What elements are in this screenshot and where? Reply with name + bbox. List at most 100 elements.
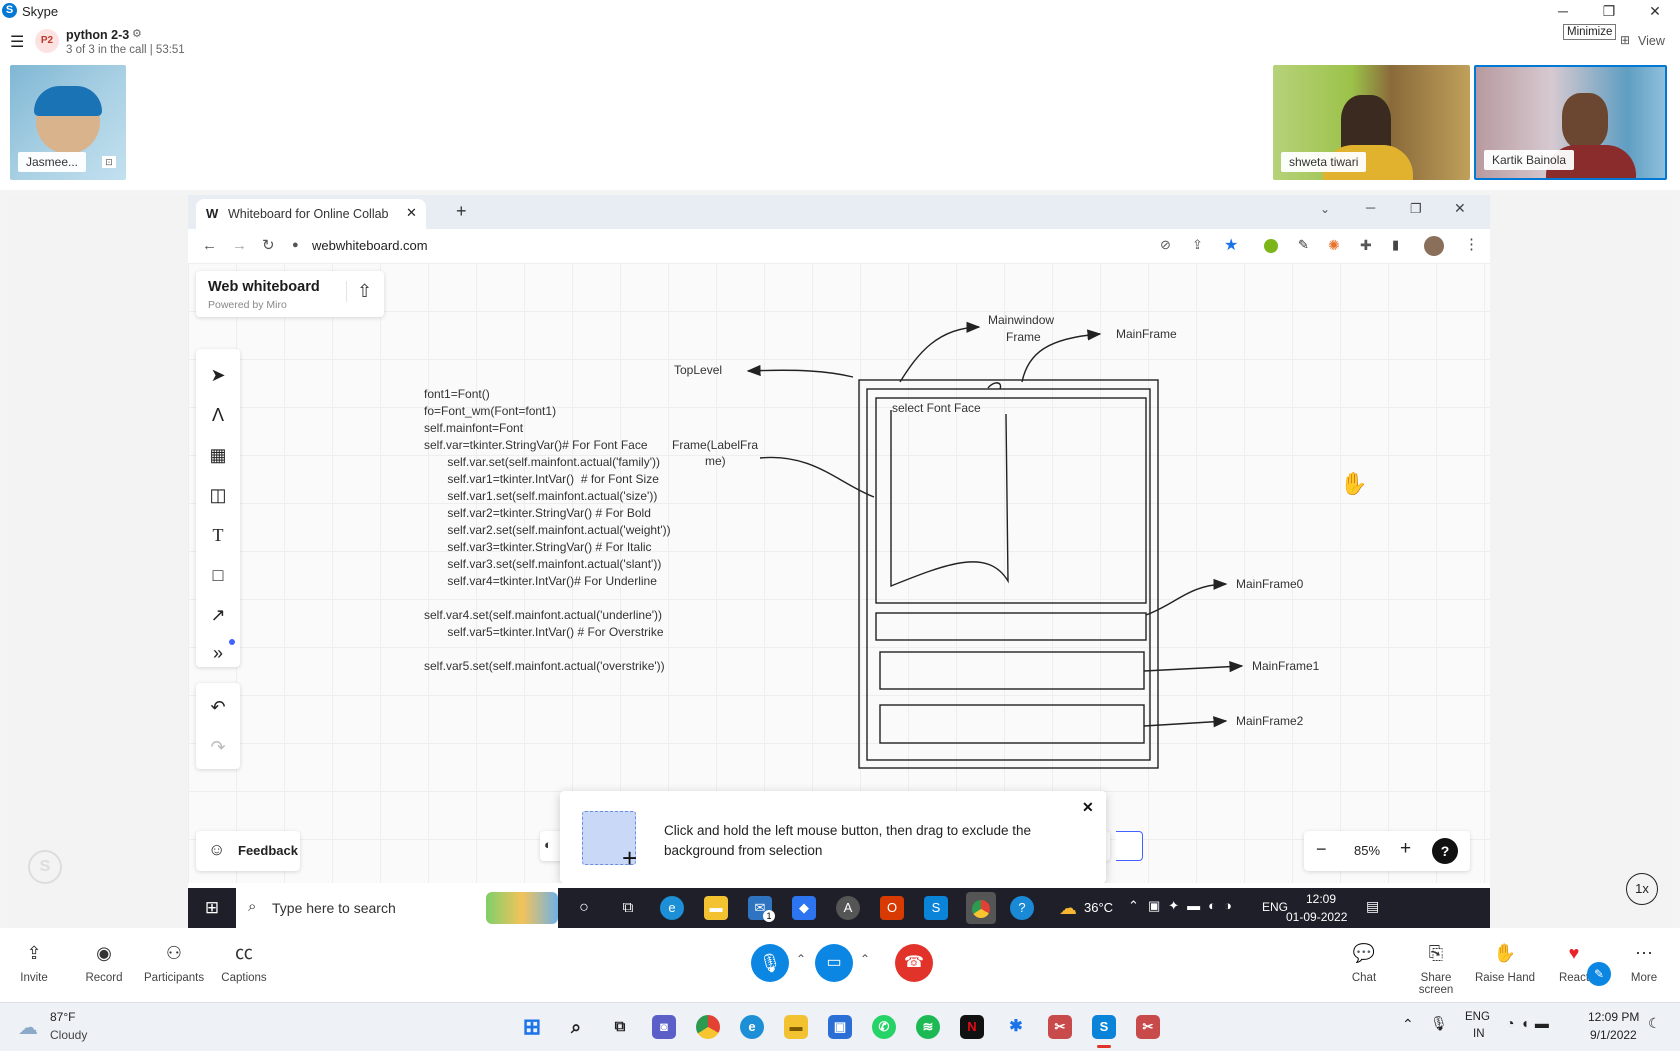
clock-date[interactable]: 9/1/2022	[1590, 1028, 1637, 1042]
tray-chevron-icon[interactable]: ⌃	[1402, 1016, 1414, 1033]
notification-icon[interactable]: ▤	[1366, 898, 1379, 915]
mic-options-chevron-icon[interactable]: ⌃	[796, 952, 806, 966]
playback-speed[interactable]: 1x	[1626, 873, 1658, 905]
snip-tool-2-icon[interactable]: ✂	[1136, 1015, 1160, 1039]
share-icon[interactable]: ⇪	[1192, 237, 1203, 253]
lock-icon: ●	[292, 239, 299, 251]
teams-chat-icon[interactable]: ◙	[652, 1015, 676, 1039]
chrome-icon[interactable]	[696, 1015, 720, 1039]
tab-close-icon[interactable]: ✕	[406, 205, 417, 221]
whiteboard-canvas[interactable]: Web whiteboard Powered by Miro ⇧ ➤ Λ ▦ ◫…	[188, 263, 1490, 883]
pen-float-button[interactable]: ✎	[1587, 962, 1611, 986]
call-name[interactable]: python 2-3	[66, 28, 129, 42]
dropbox-icon[interactable]: ◆	[792, 896, 816, 920]
video-button[interactable]: ▭	[815, 944, 853, 982]
hamburger-menu-icon[interactable]: ☰	[10, 32, 24, 52]
zoom-in-icon[interactable]: +	[1400, 838, 1411, 860]
office-icon[interactable]: O	[880, 896, 904, 920]
extensions-puzzle-icon[interactable]: ✚	[1360, 237, 1372, 254]
raise-hand-button[interactable]: ✋ Raise Hand	[1474, 942, 1536, 984]
tab-search-icon[interactable]: ⌄	[1320, 202, 1330, 216]
invite-button[interactable]: ⇪ Invite	[4, 942, 64, 984]
quiet-hours-icon[interactable]: ☾	[1648, 1015, 1661, 1032]
task-view-icon[interactable]: ⧉	[616, 896, 640, 920]
side-panel-icon[interactable]: ▮	[1392, 237, 1399, 253]
skype-taskbar-icon[interactable]: S	[924, 896, 948, 920]
spotify-icon[interactable]: ≋	[916, 1015, 940, 1039]
feedback-button[interactable]: ☺ Feedback	[196, 831, 300, 871]
chrome-icon[interactable]	[966, 892, 996, 924]
close-window-button[interactable]: ✕	[1632, 0, 1678, 22]
captions-button[interactable]: ㏄ Captions	[214, 942, 274, 984]
back-icon[interactable]: ←	[202, 237, 217, 254]
tray-chevron-icon[interactable]: ⌃	[1128, 898, 1139, 914]
edge-icon[interactable]: e	[740, 1015, 764, 1039]
skype-taskbar-icon[interactable]: S	[1092, 1015, 1116, 1039]
snip-tool-icon[interactable]: ✂	[1048, 1015, 1072, 1039]
tray-lang-1[interactable]: ENG	[1465, 1011, 1490, 1023]
windows-start-icon[interactable]: ⊞	[520, 1015, 544, 1039]
more-button[interactable]: ⋯ More	[1614, 942, 1674, 984]
bookmark-star-icon[interactable]: ★	[1224, 235, 1238, 255]
participant-tile-shweta[interactable]: shweta tiwari	[1273, 65, 1470, 180]
help-icon[interactable]: ?	[1432, 838, 1458, 864]
tray-lang-2[interactable]: IN	[1473, 1028, 1485, 1040]
cortana-icon[interactable]: ○	[572, 896, 596, 920]
task-view-icon[interactable]: ⧉	[608, 1015, 632, 1039]
whatsapp-icon[interactable]: ✆	[872, 1015, 896, 1039]
extension-orange-icon[interactable]: ✺	[1328, 237, 1340, 254]
chat-button[interactable]: 💬 Chat	[1334, 942, 1394, 984]
app-icon[interactable]: A	[836, 896, 860, 920]
eye-off-icon[interactable]: ⊘	[1160, 237, 1171, 253]
skype-logo-icon: S	[2, 3, 17, 18]
extension-pen-icon[interactable]: ✎	[1298, 237, 1309, 253]
invite-icon: ⇪	[26, 943, 42, 963]
browser-menu-icon[interactable]: ⋮	[1464, 235, 1479, 253]
minimize-button[interactable]: ─	[1540, 0, 1586, 22]
share-screen-button[interactable]: ⎘ Share screen	[1404, 942, 1468, 996]
search-icon[interactable]: ⌕	[564, 1015, 588, 1039]
edge-icon[interactable]: e	[660, 896, 684, 920]
new-tab-icon[interactable]: +	[456, 201, 467, 222]
help-app-icon[interactable]: ?	[1010, 896, 1034, 920]
view-button[interactable]: View	[1638, 34, 1665, 48]
hint-close-icon[interactable]: ✕	[1082, 799, 1094, 816]
url-field[interactable]: webwhiteboard.com	[312, 238, 428, 253]
bluetooth-icon[interactable]: ✱	[1004, 1015, 1028, 1039]
extension-green-icon[interactable]	[1264, 239, 1278, 253]
participant-tile-jasmee[interactable]: Jasmee... ⊡	[10, 65, 126, 180]
video-options-chevron-icon[interactable]: ⌃	[860, 952, 870, 966]
record-button[interactable]: ◉ Record	[74, 942, 134, 984]
zoom-level[interactable]: 85%	[1354, 843, 1380, 858]
taskbar-search-box[interactable]: ⌕ Type here to search	[236, 888, 558, 928]
tray-lang[interactable]: ENG	[1262, 900, 1288, 914]
netflix-icon[interactable]: N	[960, 1015, 984, 1039]
call-settings-icon[interactable]: ⚙	[132, 27, 142, 40]
participants-button[interactable]: ⚇ Participants	[144, 942, 204, 984]
tray-status-icons[interactable]: ◔◖▬	[1506, 1015, 1555, 1031]
view-grid-icon[interactable]: ⊞	[1620, 33, 1630, 47]
pin-icon[interactable]: ⊡	[102, 156, 116, 168]
tab-title: Whiteboard for Online Collabora	[228, 207, 388, 221]
file-explorer-icon[interactable]: ▬	[704, 896, 728, 920]
tray-mic-icon[interactable]: 🎙	[1430, 1015, 1448, 1032]
windows-start-icon[interactable]: ⊞	[200, 896, 224, 920]
profile-avatar[interactable]	[1424, 236, 1444, 256]
store-icon[interactable]: ▣	[828, 1015, 852, 1039]
browser-restore-icon[interactable]: ❐	[1410, 201, 1422, 217]
frame-diagram[interactable]	[188, 263, 1490, 883]
file-explorer-icon[interactable]: ▬	[784, 1015, 808, 1039]
browser-tab[interactable]: W Whiteboard for Online Collabora ✕	[196, 199, 426, 229]
browser-minimize-icon[interactable]: ─	[1366, 200, 1375, 215]
skype-watermark-icon: S	[28, 850, 62, 884]
tray-icons[interactable]: ▣✦▬◐◑	[1148, 898, 1240, 914]
hang-up-button[interactable]: ☎	[895, 944, 933, 982]
mic-button[interactable]: 🎙	[751, 944, 789, 982]
participant-tile-kartik[interactable]: Kartik Bainola	[1474, 65, 1667, 180]
forward-icon[interactable]: →	[232, 237, 247, 254]
restore-button[interactable]: ❐	[1586, 0, 1632, 22]
zoom-out-icon[interactable]: −	[1316, 839, 1327, 860]
clock-time[interactable]: 12:09 PM	[1588, 1010, 1639, 1024]
browser-close-icon[interactable]: ✕	[1454, 200, 1466, 217]
reload-icon[interactable]: ↻	[262, 236, 275, 254]
